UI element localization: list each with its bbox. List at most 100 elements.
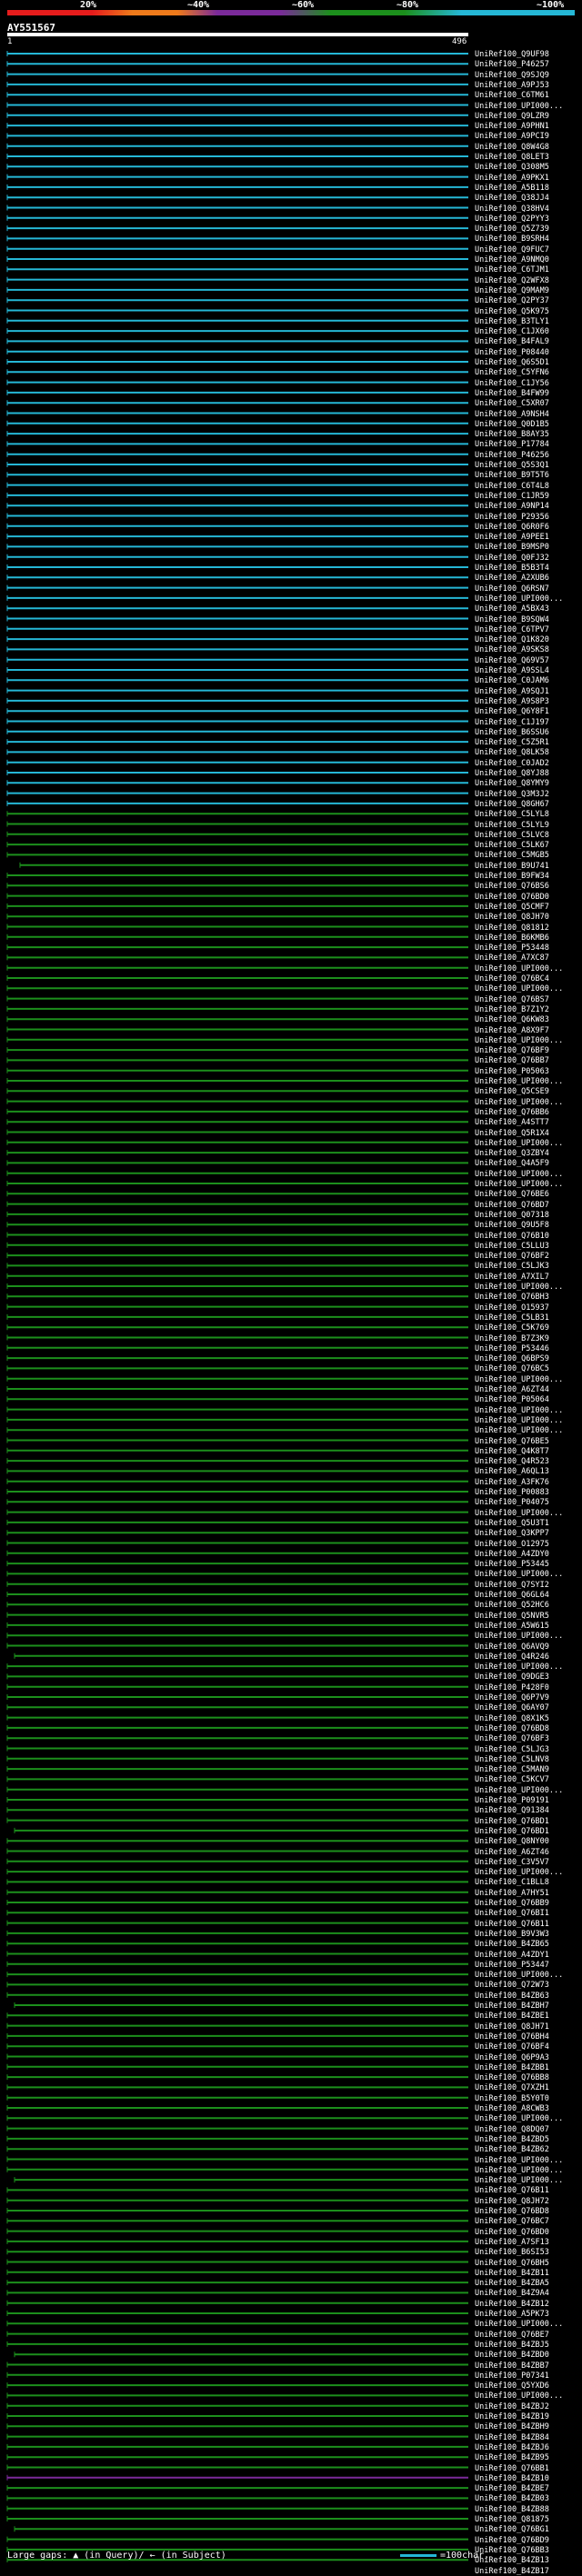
hit-label[interactable]: UniRef100_Q76BC7 — [475, 2217, 549, 2226]
hit-label[interactable]: UniRef100_P00883 — [475, 1488, 549, 1497]
hit-label[interactable]: UniRef100_C6TM61 — [475, 91, 549, 100]
hit-label[interactable]: UniRef100_Q76BD1 — [475, 1827, 549, 1836]
hit-label[interactable]: UniRef100_A5PK73 — [475, 2310, 549, 2319]
hit-label[interactable]: UniRef100_Q76BC4 — [475, 974, 549, 983]
hit-label[interactable]: UniRef100_UPI000... — [475, 2320, 563, 2329]
hit-label[interactable]: UniRef100_B9SRH4 — [475, 235, 549, 244]
hit-label[interactable]: UniRef100_Q72W73 — [475, 1981, 549, 1990]
hit-label[interactable]: UniRef100_Q76BF3 — [475, 1734, 549, 1743]
hit-label[interactable]: UniRef100_Q9FUC7 — [475, 245, 549, 255]
hit-label[interactable]: UniRef100_P05064 — [475, 1395, 549, 1404]
hit-label[interactable]: UniRef100_C0JAD2 — [475, 759, 549, 768]
hit-label[interactable]: UniRef100_Q38HV4 — [475, 205, 549, 214]
hit-label[interactable]: UniRef100_Q7XZH1 — [475, 2083, 549, 2092]
hit-label[interactable]: UniRef100_B4ZB12 — [475, 2300, 549, 2309]
hit-label[interactable]: UniRef100_Q76BC5 — [475, 1364, 549, 1373]
hit-label[interactable]: UniRef100_A5BX43 — [475, 604, 549, 614]
hit-label[interactable]: UniRef100_A3FK76 — [475, 1478, 549, 1487]
hit-label[interactable]: UniRef100_UPI000... — [475, 1283, 563, 1292]
hit-label[interactable]: UniRef100_B4ZB10 — [475, 2474, 549, 2483]
hit-label[interactable]: UniRef100_A7XC87 — [475, 954, 549, 963]
hit-label[interactable]: UniRef100_A2XUB6 — [475, 574, 549, 583]
hit-label[interactable]: UniRef100_Q76BH5 — [475, 2259, 549, 2268]
hit-label[interactable]: UniRef100_Q3KPP7 — [475, 1529, 549, 1538]
hit-label[interactable]: UniRef100_C5K769 — [475, 1323, 549, 1333]
hit-label[interactable]: UniRef100_B4ZB62 — [475, 2145, 549, 2154]
hit-label[interactable]: UniRef100_Q5R1X4 — [475, 1129, 549, 1138]
hit-label[interactable]: UniRef100_C5XR07 — [475, 399, 549, 408]
hit-label[interactable]: UniRef100_B4ZBJ2 — [475, 2402, 549, 2411]
hit-label[interactable]: UniRef100_B9FW34 — [475, 872, 549, 881]
hit-label[interactable]: UniRef100_Q76BF9 — [475, 1046, 549, 1055]
hit-label[interactable]: UniRef100_Q6AY07 — [475, 1703, 549, 1712]
hit-label[interactable]: UniRef100_Q76BB8 — [475, 2073, 549, 2082]
hit-label[interactable]: UniRef100_C6TJM1 — [475, 265, 549, 275]
hit-label[interactable]: UniRef100_A9NMQ0 — [475, 255, 549, 265]
hit-label[interactable]: UniRef100_B4ZBD0 — [475, 2351, 549, 2360]
hit-label[interactable]: UniRef100_Q76BI1 — [475, 1909, 549, 1918]
hit-label[interactable]: UniRef100_Q7SYI2 — [475, 1581, 549, 1590]
hit-label[interactable]: UniRef100_Q76BH3 — [475, 1293, 549, 1302]
hit-label[interactable]: UniRef100_UPI000... — [475, 2166, 563, 2175]
hit-label[interactable]: UniRef100_B4ZBA5 — [475, 2279, 549, 2288]
hit-label[interactable]: UniRef100_Q8YMY9 — [475, 779, 549, 788]
hit-label[interactable]: UniRef100_Q76BE6 — [475, 1190, 549, 1199]
hit-label[interactable]: UniRef100_Q0D1B5 — [475, 420, 549, 429]
hit-label[interactable]: UniRef100_P05063 — [475, 1067, 549, 1076]
hit-label[interactable]: UniRef100_UPI000... — [475, 1077, 563, 1086]
hit-label[interactable]: UniRef100_A9SSL4 — [475, 666, 549, 675]
hit-label[interactable]: UniRef100_Q76BB9 — [475, 1899, 549, 1908]
hit-label[interactable]: UniRef100_UPI000... — [475, 2114, 563, 2123]
hit-label[interactable]: UniRef100_P17784 — [475, 440, 549, 449]
hit-label[interactable]: UniRef100_Q9UF98 — [475, 50, 549, 59]
hit-label[interactable]: UniRef100_UPI000... — [475, 1375, 563, 1384]
hit-label[interactable]: UniRef100_UPI000... — [475, 1139, 563, 1148]
hit-label[interactable]: UniRef100_UPI000... — [475, 2391, 563, 2401]
hit-label[interactable]: UniRef100_UPI000... — [475, 2176, 563, 2185]
hit-label[interactable]: UniRef100_C6TPV7 — [475, 625, 549, 634]
hit-label[interactable]: UniRef100_Q5S3Q1 — [475, 461, 549, 470]
hit-label[interactable]: UniRef100_A9NP14 — [475, 502, 549, 511]
hit-label[interactable]: UniRef100_B4Z9A4 — [475, 2289, 549, 2298]
hit-label[interactable]: UniRef100_Q76BS6 — [475, 882, 549, 891]
hit-label[interactable]: UniRef100_B3TLY1 — [475, 317, 549, 326]
hit-label[interactable]: UniRef100_Q2WFX8 — [475, 276, 549, 285]
hit-label[interactable]: UniRef100_Q9DGE3 — [475, 1672, 549, 1682]
hit-label[interactable]: UniRef100_Q6R0F6 — [475, 523, 549, 532]
hit-label[interactable]: UniRef100_B9MSP0 — [475, 543, 549, 552]
hit-label[interactable]: UniRef100_B4ZB95 — [475, 2453, 549, 2462]
hit-label[interactable]: UniRef100_Q8W4G8 — [475, 143, 549, 152]
hit-label[interactable]: UniRef100_UPI000... — [475, 1662, 563, 1672]
hit-label[interactable]: UniRef100_UPI000... — [475, 1632, 563, 1641]
hit-label[interactable]: UniRef100_Q3ZBY4 — [475, 1149, 549, 1158]
hit-label[interactable]: UniRef100_Q76B10 — [475, 1232, 549, 1241]
hit-label[interactable]: UniRef100_Q9SJQ9 — [475, 71, 549, 80]
hit-label[interactable]: UniRef100_B4ZBE1 — [475, 2012, 549, 2021]
hit-label[interactable]: UniRef100_Q38JJ4 — [475, 194, 549, 203]
hit-label[interactable]: UniRef100_Q76BB7 — [475, 1056, 549, 1065]
hit-label[interactable]: UniRef100_Q0FJ32 — [475, 554, 549, 563]
hit-label[interactable]: UniRef100_UPI000... — [475, 1098, 563, 1107]
hit-label[interactable]: UniRef100_Q76BS7 — [475, 995, 549, 1004]
hit-label[interactable]: UniRef100_O15937 — [475, 1303, 549, 1313]
hit-label[interactable]: UniRef100_Q8JH72 — [475, 2197, 549, 2206]
hit-label[interactable]: UniRef100_P428F0 — [475, 1683, 549, 1692]
hit-label[interactable]: UniRef100_C5LJK3 — [475, 1262, 549, 1271]
hit-label[interactable]: UniRef100_B4ZBH7 — [475, 2002, 549, 2011]
hit-label[interactable]: UniRef100_P08440 — [475, 348, 549, 357]
hit-label[interactable]: UniRef100_C5LLU3 — [475, 1242, 549, 1251]
hit-label[interactable]: UniRef100_UPI000... — [475, 594, 563, 604]
hit-label[interactable]: UniRef100_B8AY35 — [475, 430, 549, 439]
hit-label[interactable]: UniRef100_B4ZB03 — [475, 2494, 549, 2503]
hit-label[interactable]: UniRef100_B4ZBE7 — [475, 2484, 549, 2493]
hit-label[interactable]: UniRef100_Q9LZR9 — [475, 112, 549, 121]
hit-label[interactable]: UniRef100_Q76B11 — [475, 1920, 549, 1929]
hit-label[interactable]: UniRef100_B4FAL9 — [475, 337, 549, 346]
hit-label[interactable]: UniRef100_A9NSH4 — [475, 410, 549, 419]
hit-label[interactable]: UniRef100_B4ZBH9 — [475, 2422, 549, 2431]
hit-label[interactable]: UniRef100_P53446 — [475, 1344, 549, 1353]
hit-label[interactable]: UniRef100_B4FW99 — [475, 389, 549, 398]
hit-label[interactable]: UniRef100_B6SSU6 — [475, 728, 549, 737]
hit-label[interactable]: UniRef100_C5LVC8 — [475, 831, 549, 840]
hit-label[interactable]: UniRef100_Q6S5D1 — [475, 358, 549, 367]
